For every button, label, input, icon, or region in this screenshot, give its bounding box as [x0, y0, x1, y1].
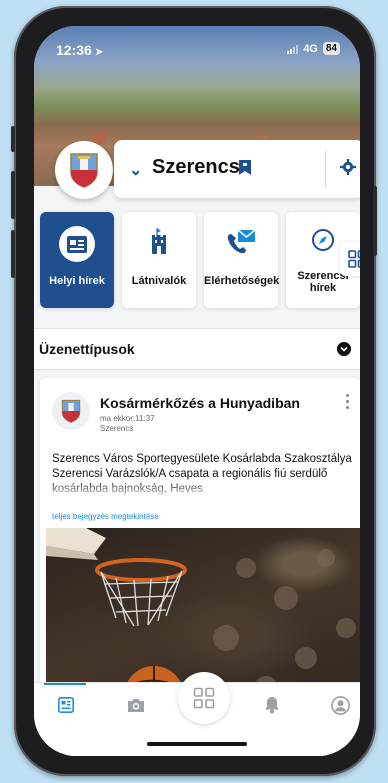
home-indicator[interactable]	[147, 742, 247, 746]
view-full-post-link[interactable]: teljes bejegyzés megtekintése	[52, 512, 159, 521]
active-tab-indicator	[44, 683, 86, 685]
feed-icon[interactable]	[56, 695, 76, 715]
bookmark-icon[interactable]	[239, 160, 251, 180]
castle-icon	[151, 228, 167, 257]
grid-icon	[348, 250, 360, 268]
category-label: Helyi hírek	[49, 275, 105, 287]
post-time: ma ekkor:11:37	[100, 414, 155, 423]
message-type-filter[interactable]: Üzenettípusok	[34, 328, 360, 370]
chevron-down-icon[interactable]	[337, 342, 351, 356]
post-title[interactable]: Kosármérkőzés a Hunyadiban	[100, 395, 300, 411]
category-tile-sights[interactable]: Látnivalók	[122, 212, 196, 308]
city-crest-icon	[61, 399, 81, 423]
power-button	[373, 186, 377, 256]
category-tile-contacts[interactable]: Elérhetőségek	[204, 212, 280, 308]
city-crest-avatar[interactable]	[55, 141, 113, 199]
post-body-fade	[40, 480, 360, 500]
grid-menu-button[interactable]	[340, 242, 360, 276]
compass-icon	[311, 228, 335, 255]
news-post-card[interactable]: Kosármérkőzés a Hunyadiban ma ekkor:11:3…	[40, 378, 360, 708]
battery-indicator: 84	[322, 42, 340, 55]
phone-contact-icon	[226, 228, 256, 257]
app-screen: 12:36 ➤ 4G 84 ⌄ Szerencs Helyi hírek Lát…	[34, 26, 360, 756]
camera-icon[interactable]	[126, 695, 146, 715]
volume-up-button	[11, 171, 15, 219]
category-label: Látnivalók	[131, 275, 187, 287]
more-options-icon[interactable]	[346, 394, 350, 412]
city-crest-icon	[70, 153, 98, 188]
category-label: Elérhetőségek	[204, 275, 280, 287]
signal-icon	[287, 44, 299, 54]
status-time: 12:36 ➤	[56, 42, 104, 58]
center-menu-button[interactable]	[178, 672, 230, 724]
city-name[interactable]: Szerencs	[152, 156, 240, 179]
divider	[325, 150, 326, 188]
gear-icon[interactable]	[340, 159, 356, 180]
post-source-avatar	[52, 392, 90, 430]
network-type: 4G	[303, 42, 318, 55]
city-selector[interactable]: ⌄ Szerencs	[114, 140, 360, 198]
filter-label: Üzenettípusok	[39, 341, 135, 357]
volume-down-button	[11, 230, 15, 278]
post-source: Szerencs	[100, 424, 134, 433]
profile-icon[interactable]	[330, 695, 350, 715]
bell-icon[interactable]	[262, 695, 282, 715]
status-bar: 12:36 ➤ 4G 84	[34, 26, 360, 70]
category-tile-local-news[interactable]: Helyi hírek	[40, 212, 114, 308]
mute-switch	[11, 126, 15, 152]
post-meta: ma ekkor:11:37 Szerencs	[100, 414, 155, 434]
category-tiles: Helyi hírek Látnivalók Elérhetőségek Sze…	[40, 212, 360, 310]
news-icon	[67, 236, 87, 256]
location-arrow-icon: ➤	[94, 47, 104, 58]
chevron-down-icon[interactable]: ⌄	[129, 160, 142, 180]
grid-icon	[193, 687, 215, 709]
